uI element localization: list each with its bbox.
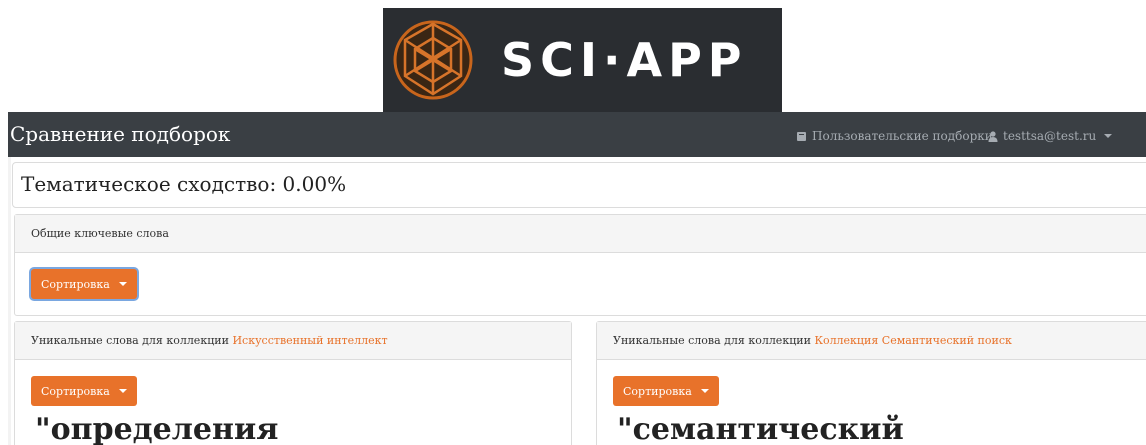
user-email: testtsa@test.ru bbox=[1003, 129, 1097, 143]
left-unique-words-header: Уникальные слова для коллекции Искусстве… bbox=[15, 322, 571, 360]
common-keywords-card: Общие ключевые слова Сортировка bbox=[14, 214, 1146, 316]
right-unique-words-header: Уникальные слова для коллекции Коллекция… bbox=[597, 322, 1146, 360]
user-menu[interactable]: testtsa@test.ru bbox=[988, 129, 1113, 143]
left-sort-button[interactable]: Сортировка bbox=[31, 376, 137, 406]
chevron-down-icon bbox=[118, 389, 127, 393]
header-prefix: Уникальные слова для коллекции bbox=[613, 334, 811, 347]
page-title: Сравнение подборок bbox=[10, 122, 231, 146]
left-collection-link[interactable]: Искусственный интеллект bbox=[232, 334, 387, 347]
common-keywords-header: Общие ключевые слова bbox=[15, 215, 1146, 253]
sort-label: Сортировка bbox=[41, 384, 110, 398]
left-first-word: "определения bbox=[35, 412, 279, 445]
similarity-panel: Тематическое сходство: 0.00% bbox=[12, 162, 1146, 208]
globe-logo-icon bbox=[393, 20, 473, 100]
right-first-word: "семантический bbox=[617, 412, 904, 445]
common-sort-button[interactable]: Сортировка bbox=[31, 269, 137, 299]
book-icon bbox=[797, 131, 806, 141]
user-icon bbox=[988, 130, 998, 142]
user-collections-link[interactable]: Пользовательские подборки bbox=[796, 129, 993, 143]
logo-banner: SCI·APP bbox=[383, 8, 782, 112]
navbar: Сравнение подборок Пользовательские подб… bbox=[8, 112, 1146, 157]
right-collection-link[interactable]: Коллекция Семантический поиск bbox=[814, 334, 1011, 347]
chevron-down-icon bbox=[118, 282, 127, 286]
right-sort-button[interactable]: Сортировка bbox=[613, 376, 719, 406]
sort-label: Сортировка bbox=[623, 384, 692, 398]
sort-label: Сортировка bbox=[41, 277, 110, 291]
left-unique-words-card: Уникальные слова для коллекции Искусстве… bbox=[14, 321, 572, 445]
logo-text: SCI·APP bbox=[501, 33, 748, 87]
page-edge bbox=[8, 157, 11, 445]
right-unique-words-card: Уникальные слова для коллекции Коллекция… bbox=[596, 321, 1146, 445]
chevron-down-icon bbox=[700, 389, 709, 393]
user-collections-label: Пользовательские подборки bbox=[812, 129, 993, 143]
similarity-label: Тематическое сходство: 0.00% bbox=[21, 172, 347, 196]
header-prefix: Уникальные слова для коллекции bbox=[31, 334, 229, 347]
chevron-down-icon bbox=[1104, 134, 1113, 138]
